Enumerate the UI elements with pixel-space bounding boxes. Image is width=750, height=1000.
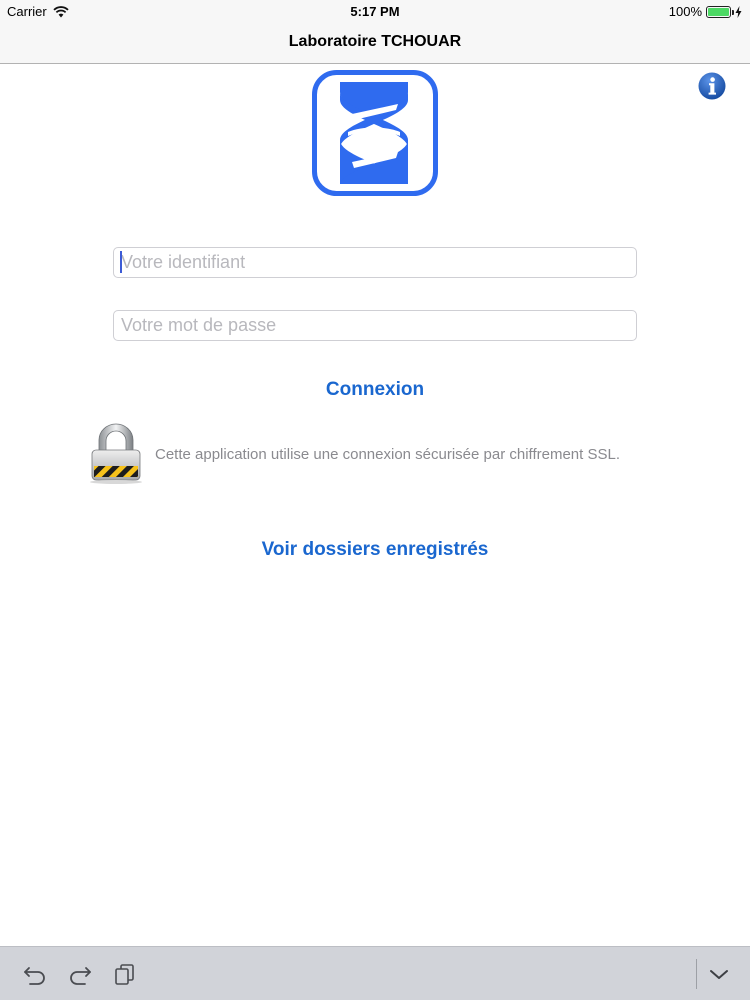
info-icon[interactable] [698,72,726,100]
paste-icon[interactable] [113,963,137,985]
redo-icon[interactable] [68,963,92,985]
username-field[interactable] [113,247,637,278]
battery-fill [708,7,729,16]
undo-icon[interactable] [23,963,47,985]
saved-records-button[interactable]: Voir dossiers enregistrés [0,539,750,561]
navigation-bar: Laboratoire TCHOUAR [0,22,750,64]
password-input[interactable] [114,311,636,340]
status-bar: Carrier 5:17 PM 100% [0,0,750,22]
battery-icon [706,5,734,18]
toolbar-divider [696,959,697,989]
status-time: 5:17 PM [350,4,400,19]
dna-helix-logo [312,70,438,196]
username-input[interactable] [114,248,636,277]
battery-percent: 100% [668,4,702,19]
chevron-down-icon[interactable] [707,963,731,985]
ssl-security-message: Cette application utilise une connexion … [155,446,620,463]
page-title: Laboratoire TCHOUAR [288,33,462,50]
status-right: 100% [669,4,742,19]
keyboard-shortcut-bar [0,946,750,1000]
padlock-icon [90,423,142,484]
password-field[interactable] [113,310,637,341]
text-caret [120,251,122,273]
battery-cap [732,9,734,15]
connect-button[interactable]: Connexion [0,379,750,401]
charging-bolt-icon [735,5,742,18]
